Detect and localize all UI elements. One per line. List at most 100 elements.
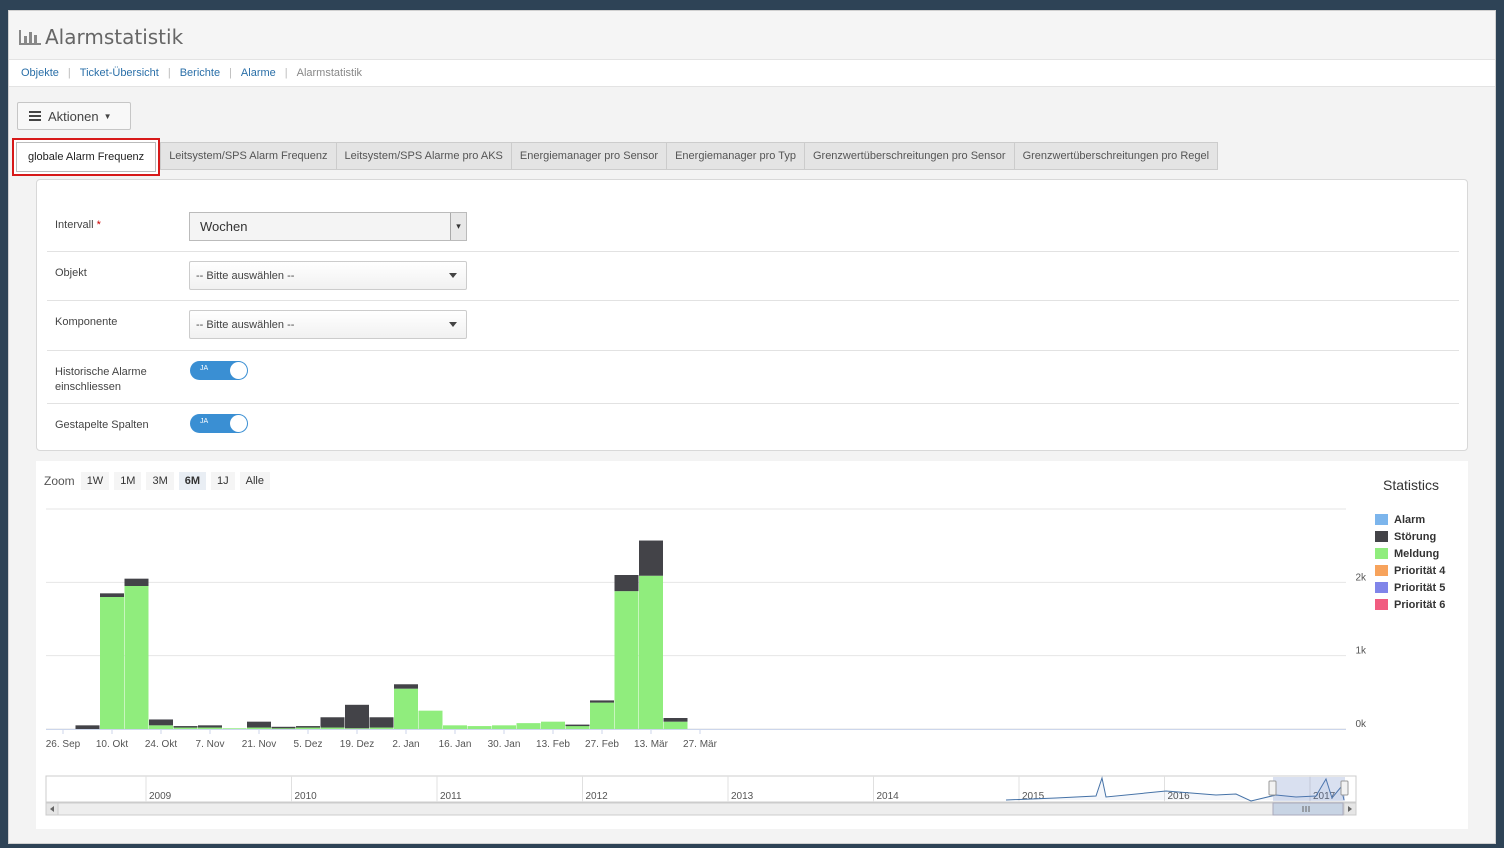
bar-st-rung	[639, 540, 663, 576]
chart-svg: 0k 1k 2k 26. Sep 10. Okt 24. Okt 7. Nov 21. Nov…	[45, 508, 1367, 816]
bar-meldung	[296, 726, 320, 729]
breadcrumb-berichte[interactable]: Berichte	[180, 67, 220, 79]
breadcrumb: Objekte | Ticket-Übersicht | Berichte | Ala…	[9, 59, 1495, 87]
toggle-knob	[230, 415, 247, 432]
caret-down-icon	[449, 273, 457, 278]
bar-st-rung	[394, 684, 418, 689]
bar-meldung	[467, 726, 492, 729]
legend-item-alarm[interactable]: Alarm	[1375, 511, 1445, 528]
historische-label-2: einschliessen	[55, 381, 122, 393]
bar-meldung	[639, 575, 663, 729]
zoom-1m-button[interactable]: 1M	[114, 472, 142, 490]
legend-item-prio6[interactable]: Priorität 6	[1375, 596, 1445, 613]
legend-item-meldung[interactable]: Meldung	[1375, 545, 1445, 562]
tab-grenzwert-pro-regel[interactable]: Grenzwertüberschreitungen pro Regel	[1014, 142, 1219, 170]
navigator-year-label: 2009	[149, 791, 172, 802]
bar-st-rung	[296, 726, 320, 728]
breadcrumb-objekte[interactable]: Objekte	[21, 67, 59, 79]
main-panel: Alarmstatistik Objekte | Ticket-Übersicht…	[8, 10, 1496, 844]
intervall-value: Wochen	[200, 219, 248, 234]
legend-swatch	[1375, 565, 1388, 576]
chevron-down-icon: ▾	[450, 213, 466, 240]
navigator	[45, 775, 1357, 803]
tab-energiemanager-pro-sensor[interactable]: Energiemanager pro Sensor	[511, 142, 668, 170]
title-bar: Alarmstatistik	[9, 11, 1495, 59]
toggle-text: JA	[200, 418, 209, 425]
zoom-3m-button[interactable]: 3M	[146, 472, 174, 490]
bar-st-rung	[149, 719, 173, 726]
bar-meldung	[443, 725, 467, 729]
bar-st-rung	[565, 724, 590, 727]
komponente-value: -- Bitte auswählen --	[196, 318, 295, 331]
tab-grenzwert-pro-sensor[interactable]: Grenzwertüberschreitungen pro Sensor	[804, 142, 1015, 170]
navigator-window	[1273, 777, 1345, 801]
zoom-1j-button[interactable]: 1J	[211, 472, 235, 490]
bar-meldung	[320, 727, 345, 730]
breadcrumb-current: Alarmstatistik	[296, 67, 363, 79]
bar-meldung	[222, 728, 247, 730]
bar-meldung	[369, 727, 394, 730]
aktionen-button[interactable]: Aktionen ▼	[17, 102, 131, 130]
bar-st-rung	[198, 725, 222, 728]
scrollbar-track	[45, 802, 1357, 816]
legend-item-prio4[interactable]: Priorität 4	[1375, 562, 1445, 579]
y-tick-label: 2k	[1355, 572, 1367, 583]
navigator-year-label: 2012	[586, 791, 609, 802]
historische-toggle[interactable]: JA	[190, 361, 248, 380]
x-tick-label: 10. Okt	[96, 739, 128, 750]
tab-leitsystem-alarm-frequenz[interactable]: Leitsystem/SPS Alarm Frequenz	[160, 142, 337, 170]
zoom-bar: Zoom 1W 1M 3M 6M 1J Alle	[44, 472, 275, 490]
tab-leitsystem-alarme-pro-aks[interactable]: Leitsystem/SPS Alarme pro AKS	[336, 142, 512, 170]
intervall-label: Intervall	[55, 219, 94, 231]
bar-st-rung	[614, 575, 639, 592]
tab-globale-alarm-frequenz[interactable]: globale Alarm Frequenz	[12, 138, 161, 176]
bar-meldung	[663, 721, 688, 729]
bar-meldung	[198, 727, 222, 730]
aktionen-label: Aktionen	[48, 108, 99, 124]
zoom-6m-button[interactable]: 6M	[178, 472, 207, 490]
bar-st-rung	[247, 721, 271, 728]
bar-meldung	[492, 725, 516, 729]
bar-meldung	[149, 725, 173, 729]
legend-item-stoerung[interactable]: Störung	[1375, 528, 1445, 545]
bar-st-rung	[590, 700, 614, 703]
bar-meldung	[173, 727, 198, 730]
scroll-left-icon	[50, 806, 54, 812]
scrollbar-thumb	[1272, 802, 1344, 816]
y-tick-label: 0k	[1355, 719, 1367, 730]
x-tick-label: 7. Nov	[196, 739, 225, 750]
bar-st-rung	[320, 717, 345, 728]
zoom-1w-button[interactable]: 1W	[80, 472, 110, 490]
legend-item-prio5[interactable]: Priorität 5	[1375, 579, 1445, 596]
bar-st-rung	[369, 717, 394, 728]
navigator-handle-right	[1340, 780, 1349, 796]
legend-swatch	[1375, 514, 1388, 525]
required-mark: *	[96, 219, 101, 231]
bar-meldung	[100, 597, 124, 729]
objekt-value: -- Bitte auswählen --	[196, 269, 295, 282]
row-objekt: Objekt -- Bitte auswählen --	[47, 252, 1459, 301]
y-tick-label: 1k	[1355, 646, 1367, 657]
caret-down-icon	[449, 322, 457, 327]
gestapelt-toggle[interactable]: JA	[190, 414, 248, 433]
navigator-handle-left	[1268, 780, 1277, 796]
zoom-label: Zoom	[44, 474, 75, 488]
zoom-alle-button[interactable]: Alle	[239, 472, 270, 490]
x-tick-label: 24. Okt	[145, 739, 177, 750]
intervall-select[interactable]: Wochen ▾	[189, 212, 467, 241]
navigator-year-label: 2015	[1022, 791, 1045, 802]
bar-chart-icon	[19, 30, 41, 45]
bar-meldung	[590, 702, 614, 729]
bar-meldung	[614, 591, 639, 729]
scrollbar-right-button	[1343, 802, 1357, 816]
komponente-select[interactable]: -- Bitte auswählen --	[189, 310, 467, 339]
navigator-series	[1005, 776, 1345, 802]
breadcrumb-ticket-uebersicht[interactable]: Ticket-Übersicht	[80, 67, 159, 79]
legend-swatch	[1375, 582, 1388, 593]
bar-meldung	[541, 721, 565, 729]
tab-energiemanager-pro-typ[interactable]: Energiemanager pro Typ	[667, 142, 805, 170]
bar-meldung	[247, 727, 271, 730]
objekt-select[interactable]: -- Bitte auswählen --	[189, 261, 467, 290]
breadcrumb-alarme[interactable]: Alarme	[241, 67, 276, 79]
navigator-year-label: 2014	[877, 791, 900, 802]
